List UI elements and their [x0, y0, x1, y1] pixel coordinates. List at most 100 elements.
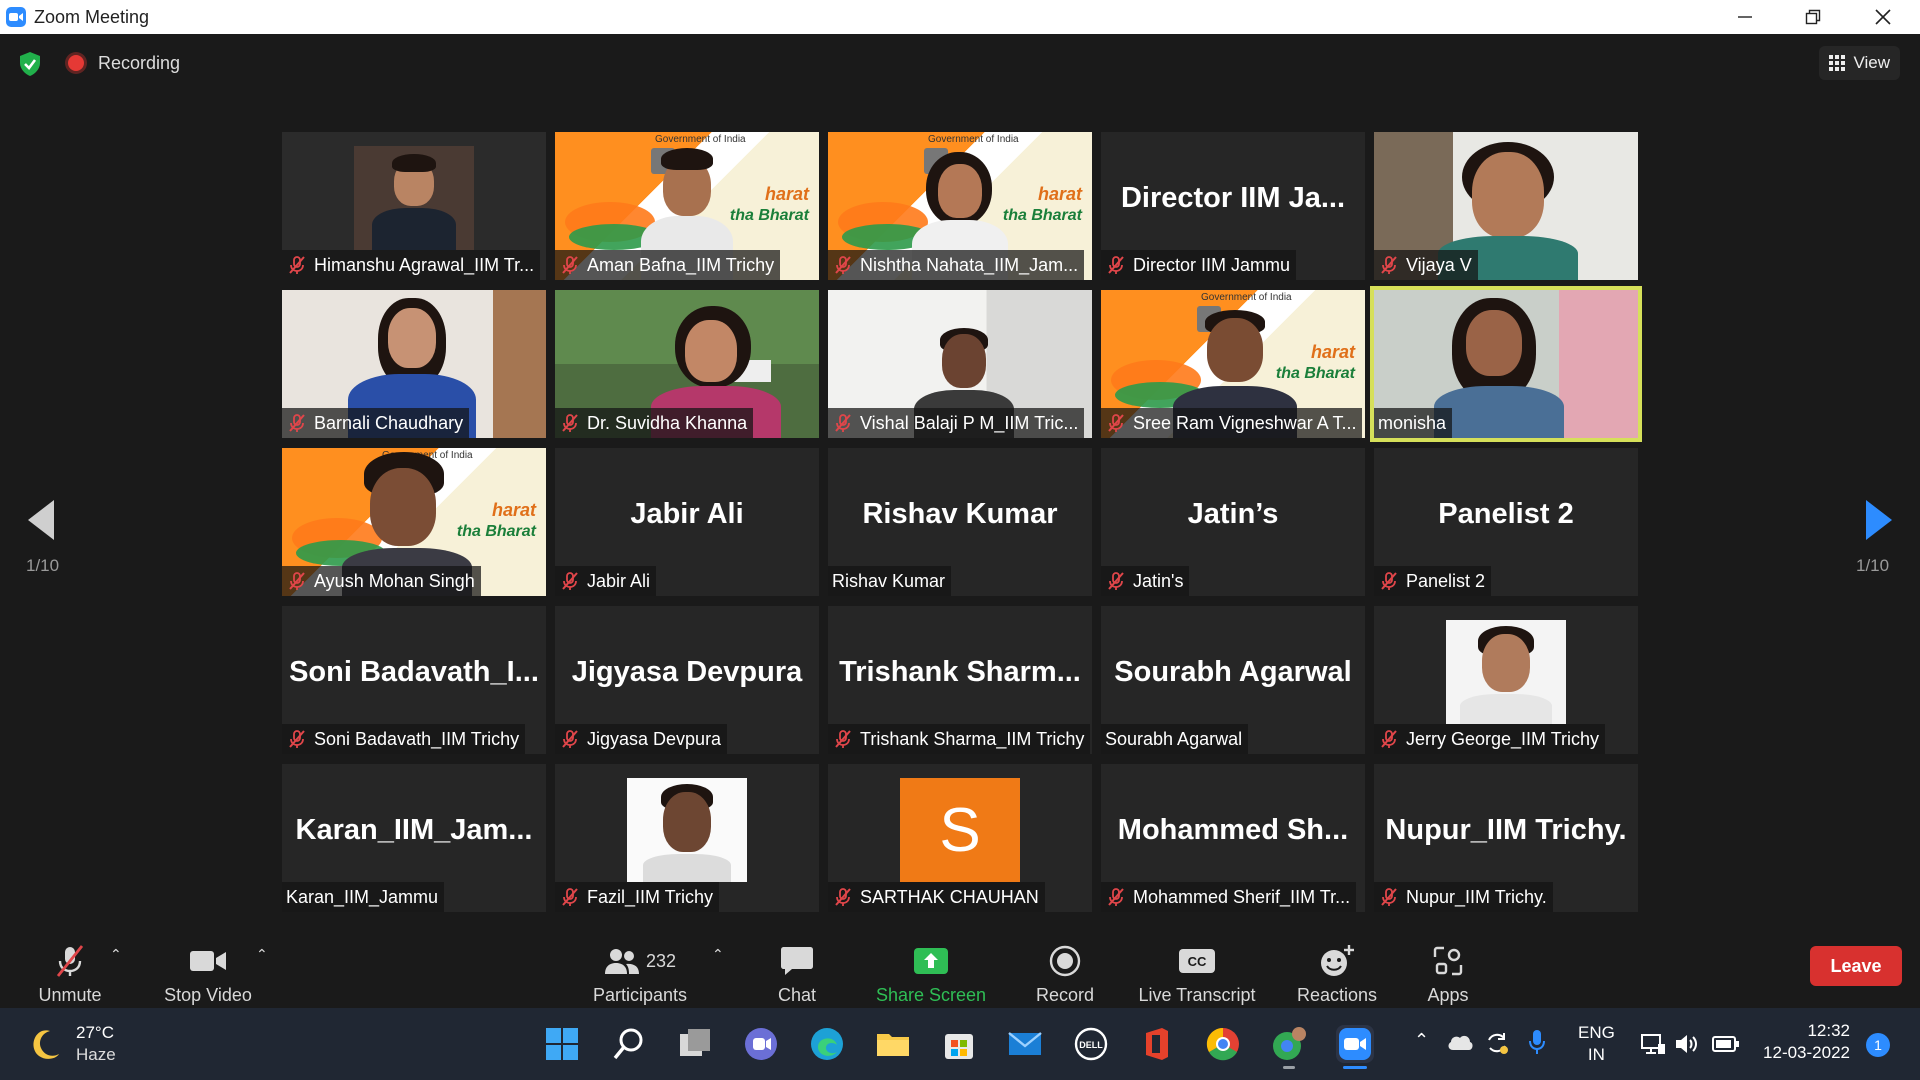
chrome-profile-icon[interactable]: [1270, 1025, 1308, 1063]
encryption-shield-icon[interactable]: [16, 50, 44, 78]
moon-icon: [33, 1030, 59, 1059]
video-tile[interactable]: Trishank Sharm... Trishank Sharma_IIM Tr…: [828, 606, 1092, 754]
reactions-button[interactable]: Reactions: [1288, 936, 1386, 1006]
video-tile[interactable]: Nupur_IIM Trichy. Nupur_IIM Trichy.: [1374, 764, 1638, 912]
video-tile[interactable]: Panelist 2 Panelist 2: [1374, 448, 1638, 596]
file-explorer-icon[interactable]: [874, 1025, 912, 1063]
windows-start-icon[interactable]: [543, 1025, 581, 1063]
participant-display-name: Director IIM Ja...: [1120, 182, 1345, 214]
onedrive-cloud-icon[interactable]: [1446, 1032, 1474, 1052]
participants-button[interactable]: 232 Participants: [588, 936, 692, 1006]
participant-display-name: Jabir Ali: [630, 498, 744, 530]
apps-button[interactable]: Apps: [1420, 936, 1476, 1006]
sync-icon[interactable]: [1484, 1030, 1510, 1056]
video-tile[interactable]: Government of India harattha Bharat Ayus…: [282, 448, 546, 596]
video-tile[interactable]: Vishal Balaji P M_IIM Tric...: [828, 290, 1092, 438]
video-tile[interactable]: Mohammed Sh... Mohammed Sherif_IIM Tr...: [1101, 764, 1365, 912]
audio-options-caret-icon[interactable]: ⌃: [110, 946, 122, 963]
participant-display-name: Nupur_IIM Trichy.: [1385, 814, 1627, 846]
video-tile[interactable]: Government of India harat tha Bharat Aman…: [555, 132, 819, 280]
record-icon: [1049, 945, 1081, 977]
video-tile[interactable]: Jabir Ali Jabir Ali: [555, 448, 819, 596]
close-button[interactable]: [1848, 0, 1918, 34]
notification-badge[interactable]: 1: [1866, 1033, 1890, 1057]
share-screen-button[interactable]: Share Screen: [874, 936, 988, 1006]
video-tile[interactable]: Jigyasa Devpura Jigyasa Devpura: [555, 606, 819, 754]
video-tile[interactable]: Government of India harat tha Bharat Nish…: [828, 132, 1092, 280]
muted-mic-icon: [562, 256, 578, 274]
participant-name-label: SARTHAK CHAUHAN: [828, 882, 1045, 912]
muted-mic-icon: [1108, 888, 1124, 906]
chat-button[interactable]: Chat: [770, 936, 824, 1006]
participant-name-label: Aman Bafna_IIM Trichy: [555, 250, 781, 280]
network-icon[interactable]: [1640, 1032, 1666, 1056]
unmute-button[interactable]: Unmute: [28, 936, 112, 1006]
tray-overflow-chevron-icon[interactable]: ⌃: [1414, 1030, 1429, 1051]
video-tile[interactable]: Jerry George_IIM Trichy: [1374, 606, 1638, 754]
video-options-caret-icon[interactable]: ⌃: [256, 946, 268, 963]
chrome-icon[interactable]: [1204, 1025, 1242, 1063]
clock-time: 12:32: [1807, 1021, 1850, 1040]
meeting-topbar: [0, 34, 1920, 90]
next-page-arrow-icon[interactable]: [1866, 500, 1892, 540]
volume-icon[interactable]: [1674, 1032, 1700, 1056]
language-code: ENG: [1578, 1023, 1615, 1042]
participant-name-label: Soni Badavath_IIM Trichy: [282, 724, 526, 754]
muted-mic-icon: [562, 414, 578, 432]
mail-icon[interactable]: [1006, 1025, 1044, 1063]
video-tile[interactable]: Dr. Suvidha Khanna: [555, 290, 819, 438]
search-icon[interactable]: [610, 1025, 648, 1063]
muted-mic-icon: [289, 730, 305, 748]
participant-avatar: S: [900, 778, 1020, 882]
edge-browser-icon[interactable]: [808, 1025, 846, 1063]
stop-video-button[interactable]: Stop Video: [160, 936, 256, 1006]
restore-button[interactable]: [1778, 0, 1848, 34]
weather-widget[interactable]: 27°C Haze: [28, 1022, 116, 1066]
live-transcript-button[interactable]: CC Live Transcript: [1134, 936, 1260, 1006]
participant-display-name: Jatin’s: [1187, 498, 1279, 530]
microphone-in-use-icon[interactable]: [1528, 1028, 1546, 1056]
battery-icon[interactable]: [1712, 1034, 1740, 1054]
video-tile[interactable]: S SARTHAK CHAUHAN: [828, 764, 1092, 912]
zoom-app-icon: [6, 7, 26, 27]
participant-name-label: Jabir Ali: [555, 566, 657, 596]
video-tile[interactable]: Director IIM Ja... Director IIM Jammu: [1101, 132, 1365, 280]
participant-profile-photo: [1446, 620, 1566, 724]
share-screen-icon: [914, 948, 948, 974]
reactions-smiley-icon: [1321, 945, 1354, 976]
participant-name-label: Nishtha Nahata_IIM_Jam...: [828, 250, 1085, 280]
record-button[interactable]: Record: [1032, 936, 1098, 1006]
svg-text:DELL: DELL: [1079, 1040, 1103, 1050]
video-tile[interactable]: Jatin’s Jatin's: [1101, 448, 1365, 596]
participants-count: 232: [645, 950, 677, 971]
teams-chat-icon[interactable]: [742, 1025, 780, 1063]
microsoft-store-icon[interactable]: [940, 1025, 978, 1063]
recording-icon: [68, 55, 84, 71]
previous-page-arrow-icon[interactable]: [28, 500, 54, 540]
participants-options-caret-icon[interactable]: ⌃: [712, 946, 724, 963]
video-tile[interactable]: Fazil_IIM Trichy: [555, 764, 819, 912]
video-tile-active-speaker[interactable]: monisha: [1370, 286, 1642, 442]
task-view-icon[interactable]: [676, 1025, 714, 1063]
minimize-button[interactable]: [1710, 0, 1780, 34]
video-tile[interactable]: Barnali Chaudhary: [282, 290, 546, 438]
video-tile[interactable]: Soni Badavath_I... Soni Badavath_IIM Tri…: [282, 606, 546, 754]
view-button[interactable]: View: [1819, 46, 1900, 80]
video-camera-icon: [190, 951, 226, 971]
video-tile[interactable]: Himanshu Agrawal_IIM Tr...: [282, 132, 546, 280]
region-code: IN: [1587, 1045, 1605, 1064]
input-language-indicator[interactable]: ENG IN: [1578, 1022, 1615, 1066]
office-icon[interactable]: [1138, 1025, 1176, 1063]
video-tile[interactable]: Karan_IIM_Jam... Karan_IIM_Jammu: [282, 764, 546, 912]
zoom-taskbar-icon[interactable]: [1336, 1025, 1374, 1063]
leave-button[interactable]: Leave: [1810, 946, 1902, 986]
video-tile[interactable]: Vijaya V: [1374, 132, 1638, 280]
dell-icon[interactable]: DELL: [1072, 1025, 1110, 1063]
video-tile[interactable]: Sourabh Agarwal Sourabh Agarwal: [1101, 606, 1365, 754]
participant-profile-photo: [627, 778, 747, 882]
system-clock[interactable]: 12:32 12-03-2022: [1750, 1020, 1850, 1064]
participant-name-label: Director IIM Jammu: [1101, 250, 1297, 280]
video-tile[interactable]: Rishav Kumar Rishav Kumar: [828, 448, 1092, 596]
page-indicator-left: 1/10: [26, 556, 60, 575]
video-tile[interactable]: Government of India harat tha Bharat Sree…: [1101, 290, 1365, 438]
